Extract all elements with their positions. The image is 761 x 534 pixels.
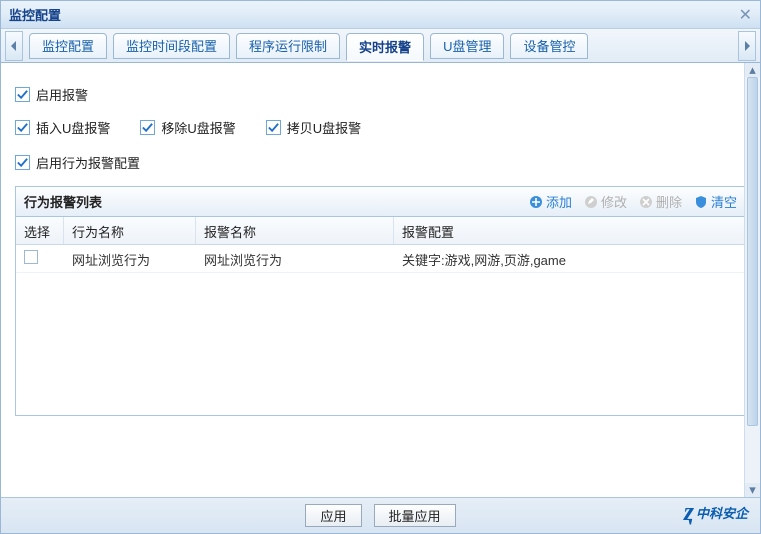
action-label: 清空 [711,192,737,211]
titlebar: 监控配置 ✕ [1,1,760,29]
tab-time-config[interactable]: 监控时间段配置 [113,33,230,59]
usb-remove-label: 移除U盘报警 [161,118,235,137]
footer-bar: 应用 批量应用 ⱬ 中科安企 [1,497,760,533]
tab-label: 设备管控 [523,36,575,55]
cell-config: 关键字:游戏,网游,页游,game [394,245,745,272]
add-button[interactable]: 添加 [529,192,572,211]
row-checkbox[interactable] [24,250,38,264]
tab-usb-manage[interactable]: U盘管理 [430,33,504,59]
pencil-icon [584,195,598,209]
usb-insert-checkbox[interactable] [15,120,30,135]
logo-icon: ⱬ [684,497,694,527]
tab-program-limit[interactable]: 程序运行限制 [236,33,340,59]
tab-realtime-alarm[interactable]: 实时报警 [346,33,424,61]
tab-label: 监控配置 [42,36,94,55]
plus-icon [529,195,543,209]
tab-label: 监控时间段配置 [126,36,217,55]
enable-alarm-label: 启用报警 [36,85,88,104]
apply-button[interactable]: 应用 [305,504,361,527]
enable-alarm-checkbox[interactable] [15,87,30,102]
batch-apply-button[interactable]: 批量应用 [374,504,456,527]
brand-logo: ⱬ 中科安企 [684,497,748,527]
panel-title: 行为报警列表 [24,192,529,211]
vertical-scrollbar[interactable]: ▴ ▾ [744,63,760,497]
enable-behavior-label: 启用行为报警配置 [36,153,140,172]
cell-alarm: 网址浏览行为 [196,245,394,272]
tab-label: 程序运行限制 [249,36,327,55]
close-icon[interactable]: ✕ [739,5,752,25]
window-title: 监控配置 [9,5,61,24]
grid-header: 选择 行为名称 报警名称 报警配置 [16,217,745,245]
tab-monitor-config[interactable]: 监控配置 [29,33,107,59]
action-label: 删除 [656,192,682,211]
x-icon [639,195,653,209]
behavior-panel: 行为报警列表 添加 修改 删除 [15,186,746,416]
tab-strip: 监控配置 监控时间段配置 程序运行限制 实时报警 U盘管理 设备管控 [1,29,760,63]
cell-name: 网址浏览行为 [64,245,196,272]
brand-text: 中科安企 [696,503,748,522]
col-alarm: 报警名称 [196,217,394,244]
tabs-scroll-left-button[interactable] [5,31,23,61]
tab-label: U盘管理 [443,36,491,55]
clear-button[interactable]: 清空 [694,192,737,211]
tabs-scroll-right-button[interactable] [738,31,756,61]
tab-label: 实时报警 [359,37,411,56]
usb-remove-checkbox[interactable] [140,120,155,135]
tab-device-control[interactable]: 设备管控 [510,33,588,59]
scrollbar-thumb[interactable] [747,77,758,426]
action-label: 添加 [546,192,572,211]
table-row[interactable]: 网址浏览行为 网址浏览行为 关键字:游戏,网游,页游,game [16,245,745,273]
edit-button[interactable]: 修改 [584,192,627,211]
scrollbar-up-icon[interactable]: ▴ [745,63,760,77]
action-label: 修改 [601,192,627,211]
usb-copy-checkbox[interactable] [266,120,281,135]
shield-icon [694,195,708,209]
usb-copy-label: 拷贝U盘报警 [287,118,361,137]
col-name: 行为名称 [64,217,196,244]
scrollbar-down-icon[interactable]: ▾ [745,483,760,497]
delete-button[interactable]: 删除 [639,192,682,211]
usb-insert-label: 插入U盘报警 [36,118,110,137]
enable-behavior-checkbox[interactable] [15,155,30,170]
col-select: 选择 [16,217,64,244]
col-config: 报警配置 [394,217,745,244]
